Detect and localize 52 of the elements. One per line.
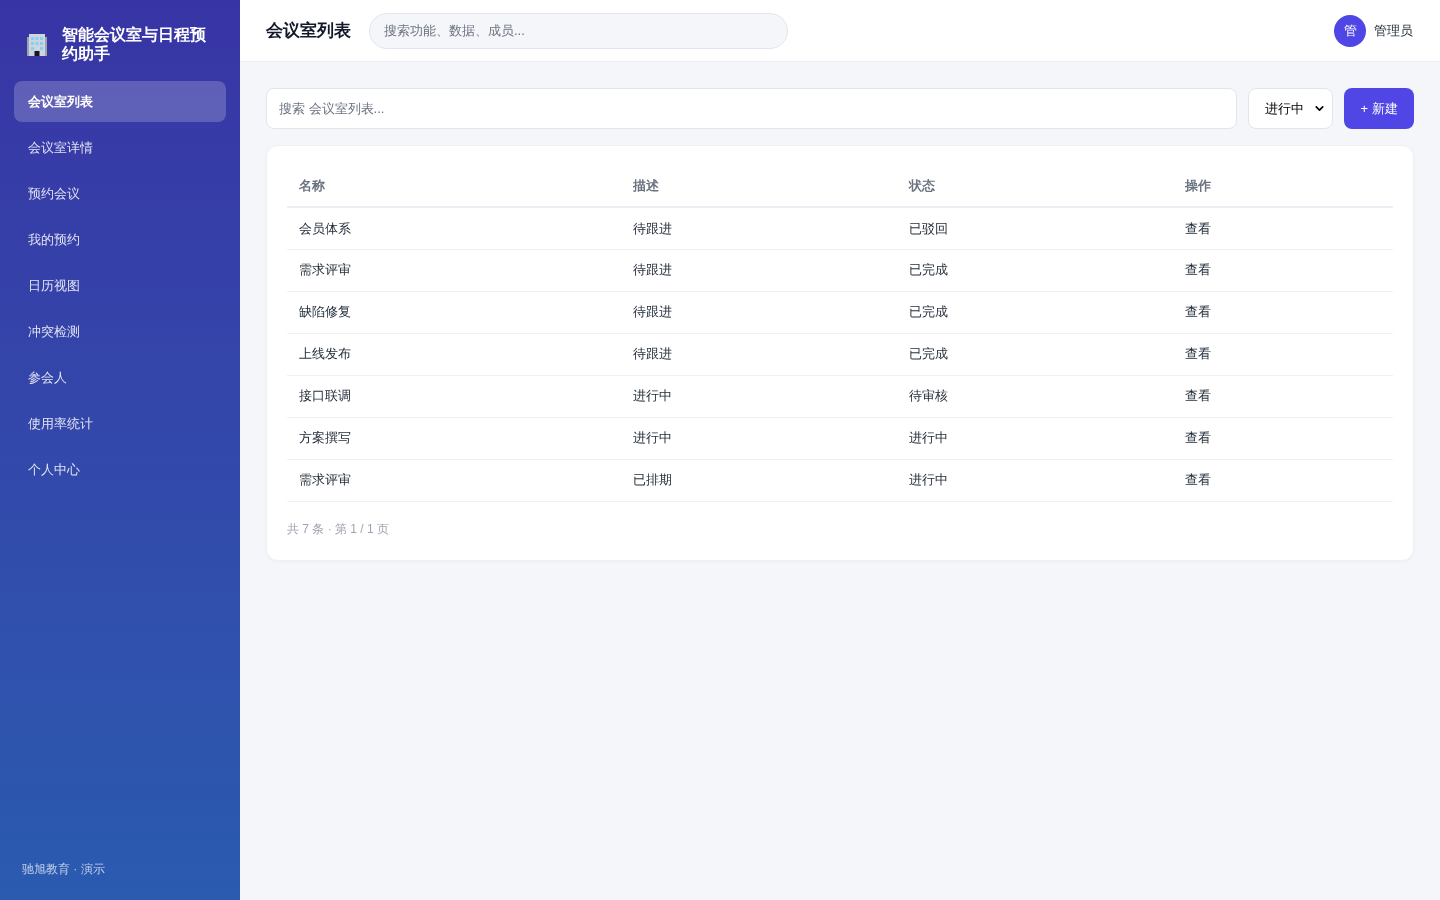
footer-text: 驰旭教育 · 演示 <box>22 862 105 876</box>
nav-item[interactable]: 个人中心 <box>14 449 226 490</box>
table-cell: 方案撰写 <box>299 430 351 446</box>
table-cell: 上线发布 <box>299 346 351 362</box>
table-cell: 已驳回 <box>909 220 948 236</box>
table-cell: 已完成 <box>909 304 948 320</box>
user-avatar[interactable]: 管 <box>1334 14 1366 47</box>
table-cell: 待跟进 <box>633 304 672 320</box>
table-cell: 待跟进 <box>633 220 672 236</box>
nav-item[interactable]: 参会人 <box>14 357 226 398</box>
table-cell: 需求评审 <box>299 262 351 278</box>
table-cell: 会员体系 <box>299 220 351 236</box>
view-link[interactable]: 查看 <box>1185 346 1211 362</box>
view-link[interactable]: 查看 <box>1185 262 1211 278</box>
column-header: 描述 <box>633 178 659 194</box>
table-cell: 进行中 <box>633 430 672 446</box>
column-header: 操作 <box>1185 178 1211 194</box>
user-name: 管理员 <box>1374 21 1413 40</box>
column-header: 名称 <box>299 178 325 194</box>
table-cell: 需求评审 <box>299 472 351 488</box>
view-link[interactable]: 查看 <box>1185 430 1211 446</box>
view-link[interactable]: 查看 <box>1185 220 1211 236</box>
search-field[interactable]: 搜索 会议室列表... <box>266 88 1237 129</box>
table-cell: 进行中 <box>633 388 672 404</box>
app-title: 智能会议室与日程预约助手 <box>62 25 207 63</box>
table-cell: 进行中 <box>909 430 948 446</box>
view-link[interactable]: 查看 <box>1185 388 1211 404</box>
nav-item[interactable]: 会议室列表 <box>14 81 226 122</box>
nav-item[interactable]: 我的预约 <box>14 219 226 260</box>
nav-item[interactable]: 冲突检测 <box>14 311 226 352</box>
global-search-field[interactable]: 搜索功能、数据、成员... <box>369 12 788 49</box>
column-header: 状态 <box>909 178 935 194</box>
nav-item[interactable]: 会议室详情 <box>14 127 226 168</box>
new-button[interactable]: + 新建 <box>1344 88 1414 129</box>
pagination-text: 共 7 条 · 第 1 / 1 页 <box>287 521 390 536</box>
view-link[interactable]: 查看 <box>1185 472 1211 488</box>
table-cell: 已完成 <box>909 346 948 362</box>
nav-item[interactable]: 预约会议 <box>14 173 226 214</box>
table-cell: 已完成 <box>909 262 948 278</box>
table-cell: 接口联调 <box>299 388 351 404</box>
table-cell: 待跟进 <box>633 346 672 362</box>
nav-item[interactable]: 日历视图 <box>14 265 226 306</box>
nav-item[interactable]: 使用率统计 <box>14 403 226 444</box>
status-select[interactable]: 进行中 <box>1248 88 1333 129</box>
view-link[interactable]: 查看 <box>1185 304 1211 320</box>
table-cell: 待审核 <box>909 388 948 404</box>
table-cell: 已排期 <box>633 472 672 488</box>
table-cell: 缺陷修复 <box>299 304 351 320</box>
page-title: 会议室列表 <box>266 19 351 42</box>
building-icon <box>26 32 48 56</box>
table-cell: 进行中 <box>909 472 948 488</box>
table-cell: 待跟进 <box>633 262 672 278</box>
